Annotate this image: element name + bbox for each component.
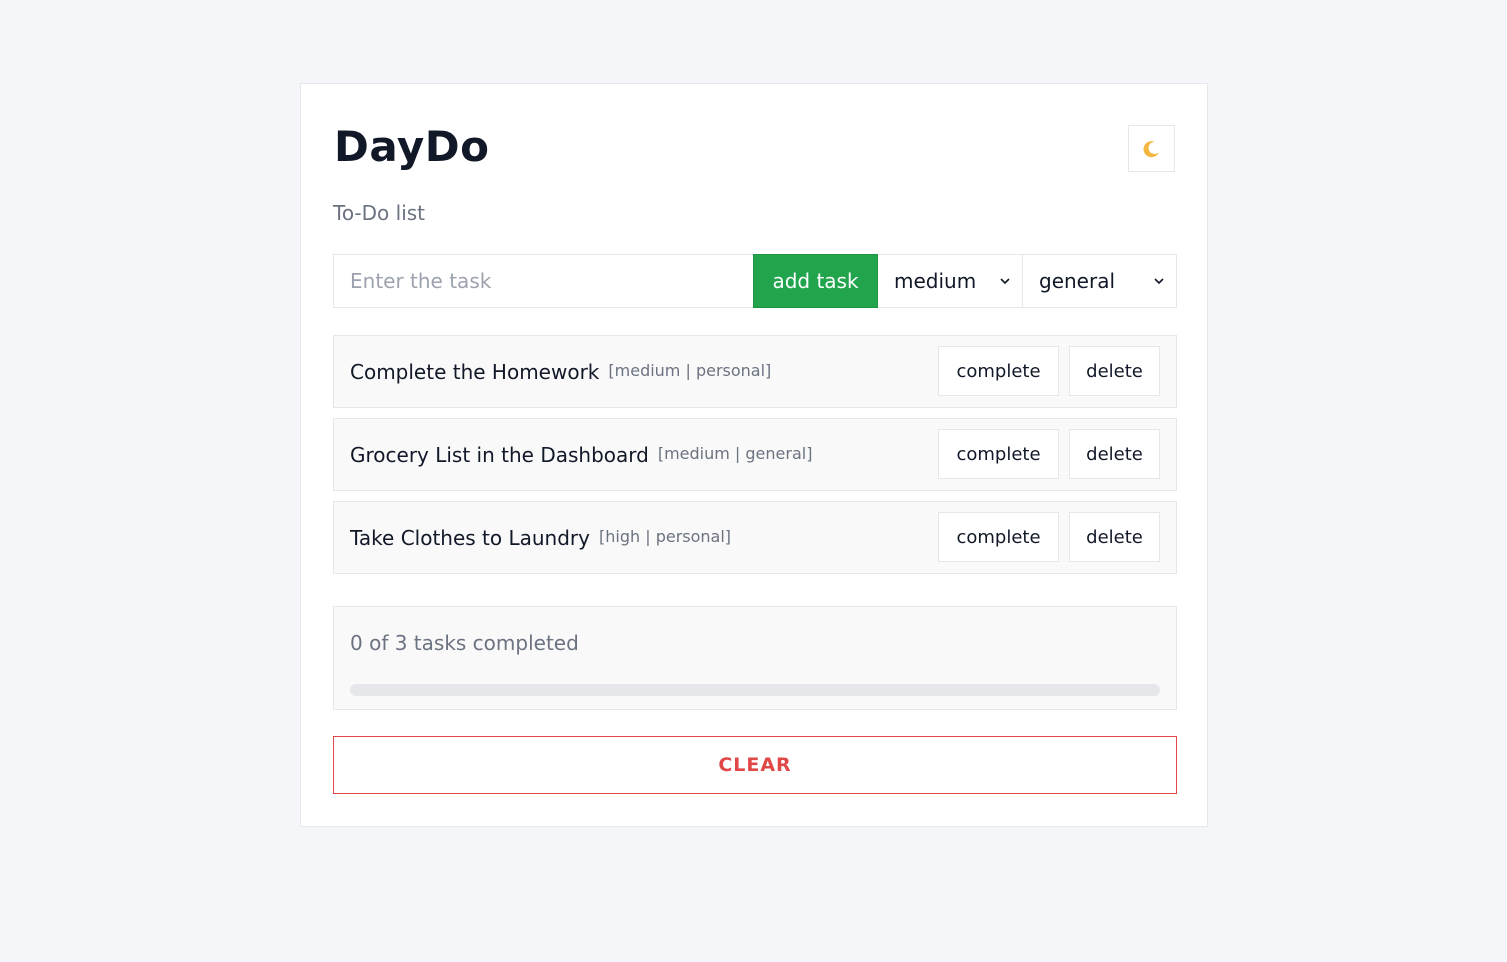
add-task-form: add task medium general — [333, 254, 1177, 308]
delete-button[interactable]: delete — [1069, 346, 1160, 396]
delete-button[interactable]: delete — [1069, 429, 1160, 479]
task-meta: [high | personal] — [599, 527, 732, 546]
chevron-down-icon — [1154, 278, 1164, 285]
progress-panel: 0 of 3 tasks completed — [333, 606, 1177, 710]
task-name: Grocery List in the Dashboard — [350, 442, 649, 467]
task-meta: [medium | general] — [657, 444, 813, 463]
app-title: DayDo — [334, 122, 490, 171]
todo-card: DayDo To-Do list add task medium general… — [300, 83, 1208, 827]
complete-button[interactable]: complete — [938, 429, 1059, 479]
theme-toggle-button[interactable] — [1128, 125, 1175, 172]
task-meta: [medium | personal] — [608, 361, 772, 380]
task-item: Take Clothes to Laundry [high | personal… — [333, 501, 1177, 574]
clear-button[interactable]: CLEAR — [333, 736, 1177, 794]
task-actions: complete delete — [938, 512, 1160, 562]
add-task-button[interactable]: add task — [753, 254, 878, 308]
task-actions: complete delete — [938, 429, 1160, 479]
crescent-moon-icon — [1143, 140, 1159, 157]
category-select[interactable]: general — [1023, 254, 1177, 308]
app-subtitle: To-Do list — [333, 201, 426, 225]
priority-select[interactable]: medium — [878, 254, 1023, 308]
task-item: Complete the Homework [medium | personal… — [333, 335, 1177, 408]
task-item: Grocery List in the Dashboard [medium | … — [333, 418, 1177, 491]
complete-button[interactable]: complete — [938, 346, 1059, 396]
progress-bar — [350, 684, 1160, 696]
progress-text: 0 of 3 tasks completed — [350, 631, 579, 655]
delete-button[interactable]: delete — [1069, 512, 1160, 562]
category-select-value: general — [1039, 269, 1116, 293]
chevron-down-icon — [1000, 278, 1010, 285]
task-input[interactable] — [333, 254, 753, 308]
task-name: Take Clothes to Laundry — [350, 525, 590, 550]
complete-button[interactable]: complete — [938, 512, 1059, 562]
task-name: Complete the Homework — [350, 359, 600, 384]
priority-select-value: medium — [894, 269, 977, 293]
task-actions: complete delete — [938, 346, 1160, 396]
task-list: Complete the Homework [medium | personal… — [333, 335, 1177, 584]
card-header: DayDo — [333, 84, 1175, 184]
